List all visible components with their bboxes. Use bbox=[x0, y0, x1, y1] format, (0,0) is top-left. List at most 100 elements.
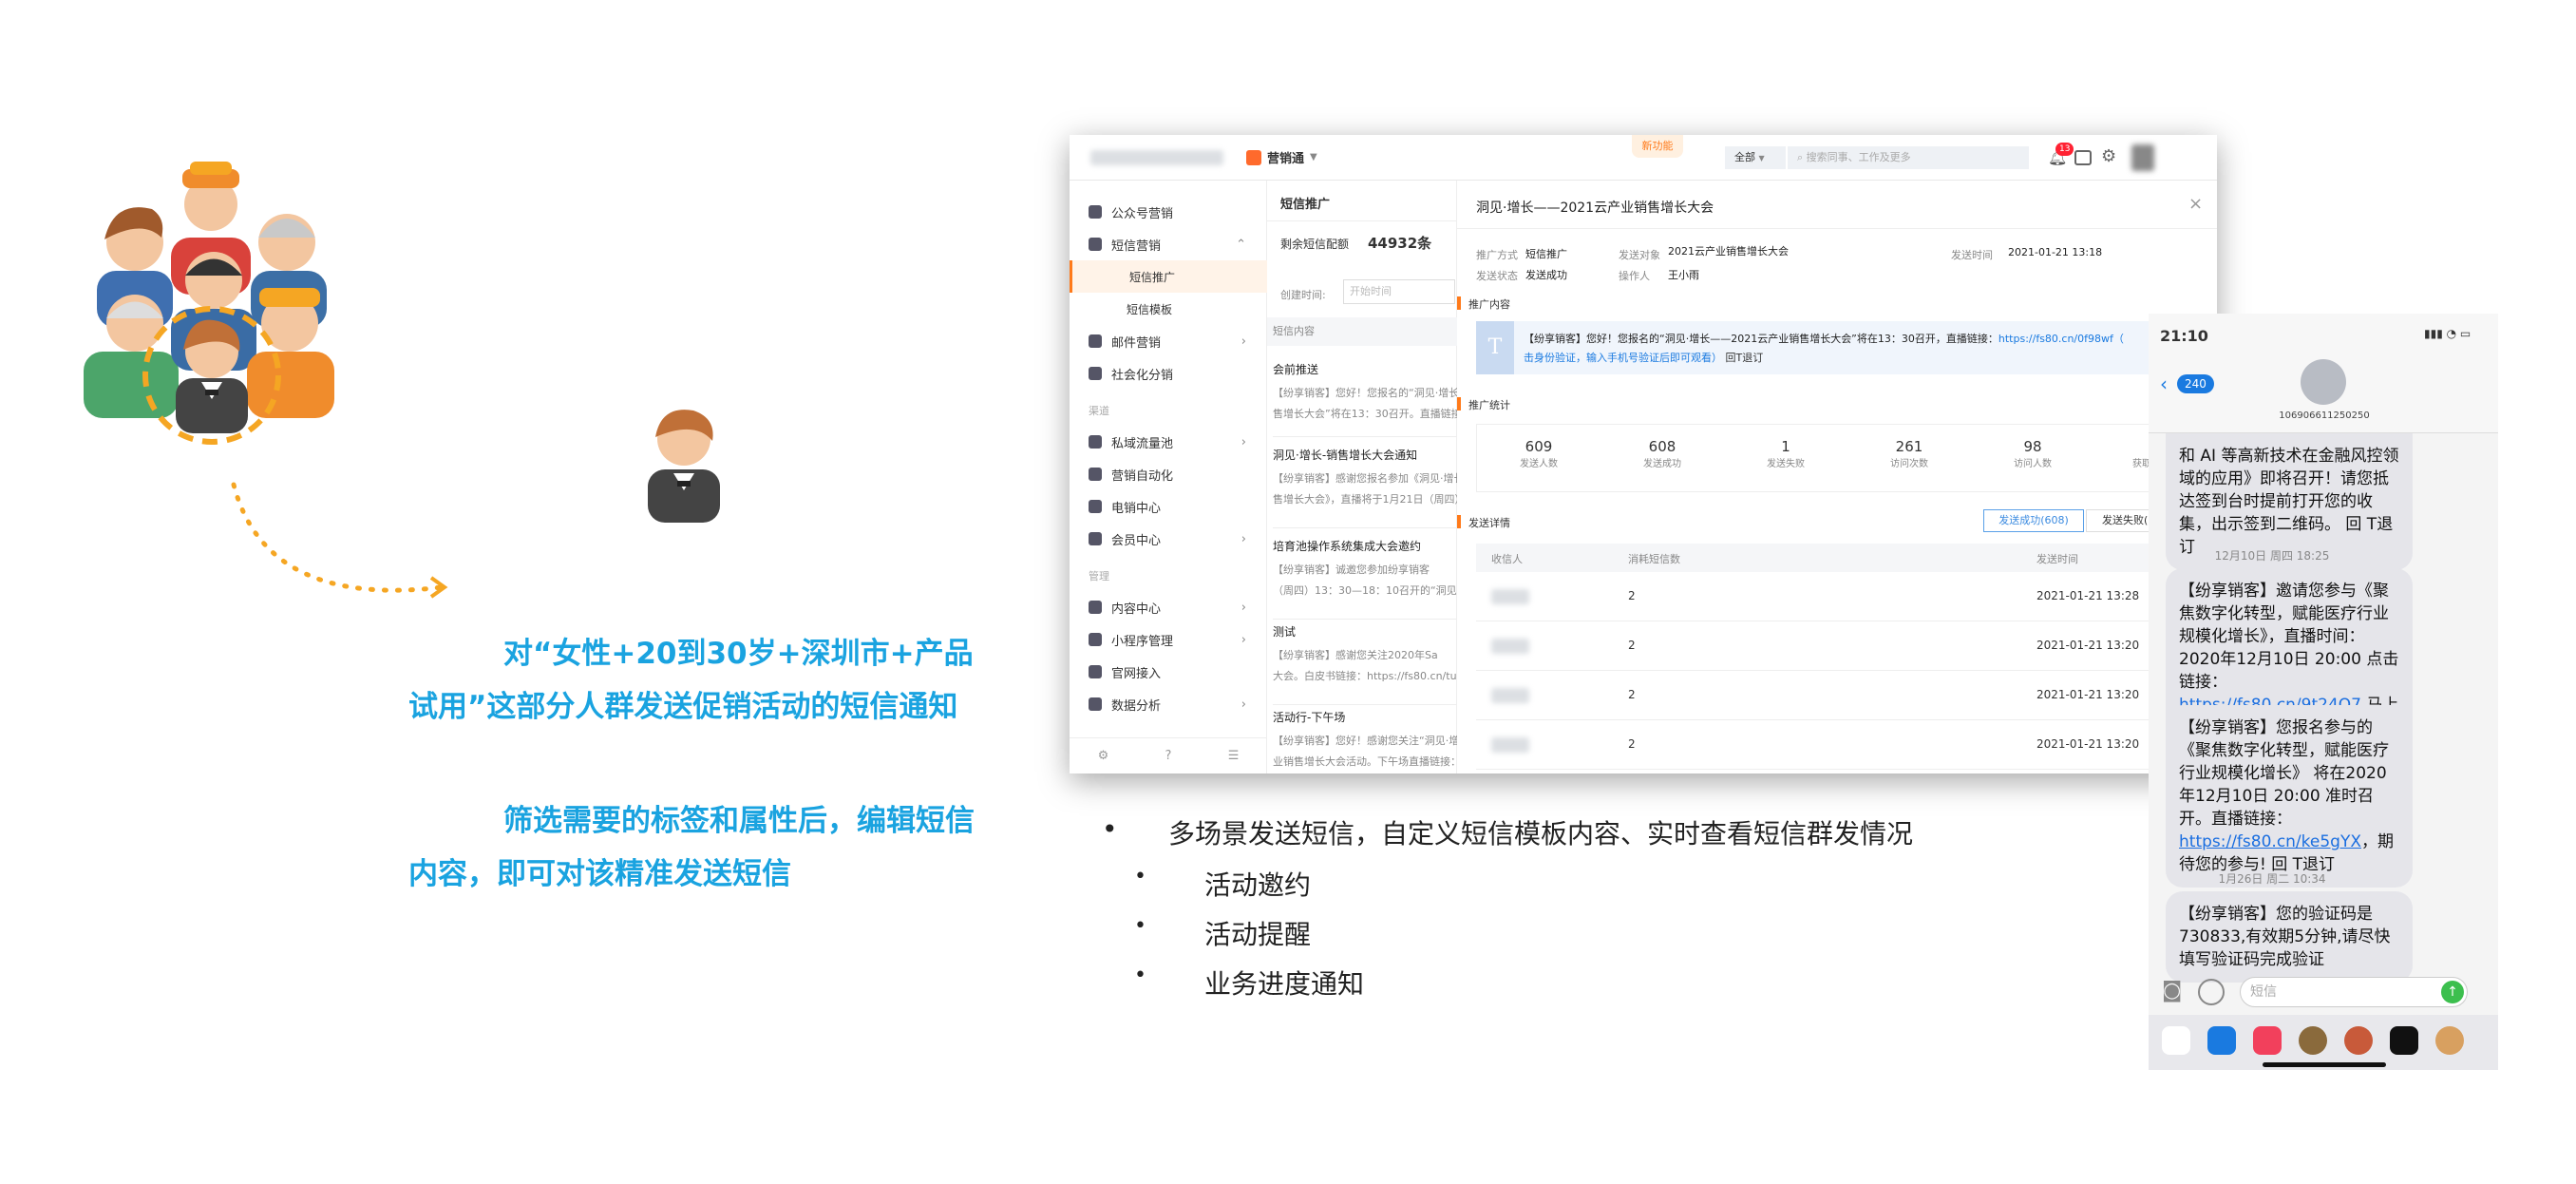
section-title: 发送详情 bbox=[1468, 517, 1510, 529]
list-item[interactable]: 培育池操作系统集成大会邀约 【纷享销客】诚邀您参加纷享销客 （周四）13：30—… bbox=[1273, 538, 1457, 620]
appstore-icon[interactable] bbox=[2198, 979, 2225, 1005]
heart-app-icon[interactable] bbox=[2390, 1026, 2418, 1055]
chevron-right-icon: › bbox=[1241, 697, 1246, 712]
sidebar-group-label: 渠道 bbox=[1089, 405, 1109, 417]
status-icons: ▮▮▮ ◔ ▭ bbox=[2424, 327, 2472, 340]
message-timestamp: 1月26日 周二 10:34 bbox=[2218, 872, 2326, 886]
stats-box: 609发送人数 608发送成功 1发送失败 261访问次数 98访问人数 3获取… bbox=[1476, 424, 2217, 492]
music-app-icon[interactable] bbox=[2253, 1026, 2282, 1055]
phone-icon bbox=[1089, 500, 1102, 513]
list-item-title: 洞见·增长-销售增长大会通知 bbox=[1273, 449, 1418, 462]
sidebar-item-label: 私域流量池 bbox=[1111, 436, 1174, 451]
field-label: 操作人 bbox=[1619, 270, 1650, 282]
list-item-text: 业销售增长大会活动。下午场直播链接： bbox=[1273, 755, 1457, 768]
field-value: 短信推广 bbox=[1525, 248, 1567, 260]
inbox-icon[interactable] bbox=[2074, 150, 2092, 165]
chevron-right-icon: › bbox=[1241, 632, 1246, 647]
sidebar-item-label: 数据分析 bbox=[1111, 698, 1162, 714]
table-row[interactable]: 2 2021-01-21 13:20 bbox=[1476, 621, 2198, 671]
sidebar-item-label: 内容中心 bbox=[1111, 602, 1162, 617]
date-filter-input[interactable]: 开始时间 bbox=[1343, 279, 1455, 304]
sidebar-item-automation[interactable]: 营销自动化 bbox=[1070, 458, 1267, 490]
camera-icon[interactable]: ◙ bbox=[2162, 979, 2182, 1003]
sidebar-item-miniprogram[interactable]: 小程序管理 › bbox=[1070, 623, 1267, 656]
sidebar-item-content[interactable]: 内容中心 › bbox=[1070, 591, 1267, 623]
back-chevron-icon[interactable]: ‹ bbox=[2160, 372, 2168, 395]
receiver-blurred bbox=[1491, 589, 1529, 604]
sidebar-item-label: 公众号营销 bbox=[1111, 206, 1174, 221]
sidebar-item-email[interactable]: 邮件营销 › bbox=[1070, 325, 1267, 357]
collapse-icon[interactable]: ☰ bbox=[1228, 749, 1240, 763]
chevron-right-icon: › bbox=[1241, 531, 1246, 546]
member-icon bbox=[1089, 532, 1102, 545]
content-link[interactable]: 击身份验证，输入手机号验证后即可观看） bbox=[1524, 352, 1722, 364]
stat-value: 1 bbox=[1781, 438, 1790, 455]
stat-value: 98 bbox=[2023, 438, 2042, 455]
tab-send-success[interactable]: 发送成功(608) bbox=[1983, 509, 2084, 532]
sidebar-item-sms[interactable]: 短信营销 ⌃ bbox=[1070, 228, 1267, 260]
sender-number: 106906611250250 bbox=[2279, 411, 2370, 421]
send-arrow-icon[interactable]: ↑ bbox=[2441, 981, 2464, 1003]
sidebar-item-website[interactable]: 官网接入 bbox=[1070, 656, 1267, 688]
memoji-icon[interactable] bbox=[2344, 1026, 2373, 1055]
field-label: 推广方式 bbox=[1476, 249, 1518, 261]
home-indicator bbox=[2263, 1062, 2386, 1067]
cell-count: 2 bbox=[1628, 589, 1636, 602]
content-link[interactable]: https://fs80.cn/0f98wf（ bbox=[1998, 333, 2124, 345]
template-avatar: T bbox=[1476, 321, 1514, 374]
field-value: 2021-01-21 13:18 bbox=[2008, 246, 2103, 258]
miniprogram-icon bbox=[1089, 633, 1102, 646]
sidebar-item-members[interactable]: 会员中心 › bbox=[1070, 523, 1267, 555]
bullet-sub: 活动邀约 bbox=[1204, 869, 1312, 901]
list-item[interactable]: 洞见·增长-销售增长大会通知 【纷享销客】感谢您报名参加《洞见·增长 售增长大会… bbox=[1273, 447, 1457, 528]
photos-app-icon[interactable] bbox=[2162, 1026, 2190, 1055]
table-row[interactable]: 2 2021-01-21 13:28 bbox=[1476, 572, 2198, 621]
receiver-blurred bbox=[1491, 639, 1529, 654]
appstore-app-icon[interactable] bbox=[2207, 1026, 2236, 1055]
gear-icon[interactable]: ⚙ bbox=[2101, 146, 2116, 166]
back-count-badge[interactable]: 240 bbox=[2177, 374, 2214, 393]
sidebar-item-telesales[interactable]: 电销中心 bbox=[1070, 490, 1267, 523]
sidebar-item-private-traffic[interactable]: 私域流量池 › bbox=[1070, 426, 1267, 458]
message-timestamp: 12月10日 周四 18:25 bbox=[2214, 549, 2330, 563]
list-item[interactable]: 会前推送 【纷享销客】您好！您报名的“洞见·增长 售增长大会”将在13：30召开… bbox=[1273, 361, 1457, 437]
content-icon bbox=[1089, 601, 1102, 614]
scope-select[interactable]: 全部 ▼ bbox=[1725, 146, 1786, 169]
table-row[interactable]: 2 2021-01-21 13:20 bbox=[1476, 671, 2198, 720]
sidebar-item-sms-template[interactable]: 短信模板 bbox=[1070, 293, 1267, 325]
global-search[interactable]: ⌕ 搜索同事、工作及更多 bbox=[1788, 146, 2029, 169]
receiver-blurred bbox=[1491, 688, 1529, 703]
new-feature-badge[interactable]: 新功能 bbox=[1632, 135, 1683, 158]
sidebar-item-label: 社会化分销 bbox=[1111, 368, 1174, 383]
list-item[interactable]: 测试 【纷享销客】感谢您关注2020年Sa 大会。白皮书链接：https://f… bbox=[1273, 623, 1457, 705]
settings-icon[interactable]: ⚙ bbox=[1098, 749, 1109, 763]
pool-icon bbox=[1089, 435, 1102, 449]
help-icon[interactable]: ? bbox=[1165, 749, 1172, 763]
close-icon[interactable]: × bbox=[2188, 194, 2203, 214]
list-item[interactable]: 活动行-下午场 【纷享销客】您好！感谢您关注“洞见·增 业销售增长大会活动。下午… bbox=[1273, 709, 1457, 773]
field-label: 发送对象 bbox=[1619, 249, 1660, 261]
sidebar-item-analytics[interactable]: 数据分析 › bbox=[1070, 688, 1267, 720]
memoji-icon[interactable] bbox=[2299, 1026, 2327, 1055]
avatar[interactable] bbox=[2131, 144, 2154, 171]
message-input[interactable]: 短信 bbox=[2240, 977, 2468, 1007]
table-row[interactable]: 2 2021-01-21 13:20 bbox=[1476, 720, 2198, 770]
list-item-title: 会前推送 bbox=[1273, 363, 1319, 376]
chevron-down-icon: ▼ bbox=[1310, 152, 1317, 162]
chevron-right-icon: › bbox=[1241, 434, 1246, 449]
col-header: 消耗短信数 bbox=[1628, 553, 1680, 565]
sidebar-item-label: 短信模板 bbox=[1127, 302, 1173, 316]
message-bubble: 【纷享销客】您的验证码是730833,有效期5分钟,请尽快填写验证码完成验证 bbox=[2166, 891, 2413, 983]
stat-value: 608 bbox=[1648, 438, 1676, 455]
app-switcher[interactable]: 营销通 ▼ bbox=[1246, 148, 1317, 166]
sidebar-item-distribution[interactable]: 社会化分销 bbox=[1070, 357, 1267, 390]
memoji-icon[interactable] bbox=[2435, 1026, 2464, 1055]
marketing-logo-icon bbox=[1246, 149, 1261, 165]
message-link[interactable]: https://fs80.cn/ke5gYX bbox=[2179, 832, 2361, 851]
stat-label: 发送失败 bbox=[1767, 459, 1805, 469]
search-placeholder: 搜索同事、工作及更多 bbox=[1806, 151, 1911, 163]
content-text: 【纷享销客】您好！您报名的“洞见·增长——2021云产业销售增长大会”将在13：… bbox=[1524, 333, 1998, 345]
sidebar-item-sms-promotion[interactable]: 短信推广 bbox=[1070, 260, 1267, 293]
contact-avatar[interactable] bbox=[2301, 359, 2346, 405]
sidebar-item-wechat[interactable]: 公众号营销 bbox=[1070, 196, 1267, 228]
